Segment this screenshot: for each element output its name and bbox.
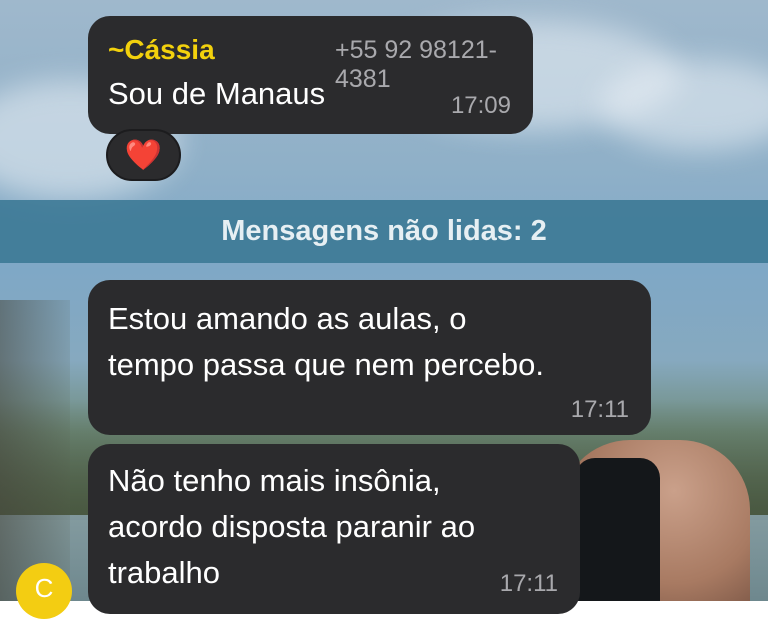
message-line: acordo disposta paranir ao [108, 509, 476, 544]
message-line: tempo passa que nem percebo. [108, 347, 544, 382]
sender-phone: +55 92 98121-4381 [335, 36, 497, 93]
message-bubble[interactable]: ~Cássia +55 92 98121-4381 Sou de Manaus … [88, 16, 533, 134]
sender-avatar[interactable]: C [16, 563, 72, 619]
message-time: 17:11 [499, 570, 558, 597]
message-bubble[interactable]: Não tenho mais insônia, acordo disposta … [88, 444, 580, 614]
message-line: Não tenho mais insônia, [108, 463, 441, 498]
heart-icon: ❤️ [124, 138, 163, 172]
sender-name[interactable]: ~Cássia [108, 34, 215, 66]
message-time: 17:11 [570, 396, 629, 423]
heart-reaction[interactable]: ❤️ [106, 129, 181, 181]
message-time: 17:09 [450, 92, 511, 119]
message-text: Estou amando as aulas, o tempo passa que… [108, 296, 544, 388]
message-text: Sou de Manaus [108, 76, 326, 111]
unread-banner-text: Mensagens não lidas: 2 [221, 215, 547, 247]
avatar-initial: C [34, 573, 54, 603]
unread-messages-banner: Mensagens não lidas: 2 [0, 200, 768, 263]
message-line: Estou amando as aulas, o [108, 301, 467, 336]
message-bubble[interactable]: Estou amando as aulas, o tempo passa que… [88, 280, 651, 435]
